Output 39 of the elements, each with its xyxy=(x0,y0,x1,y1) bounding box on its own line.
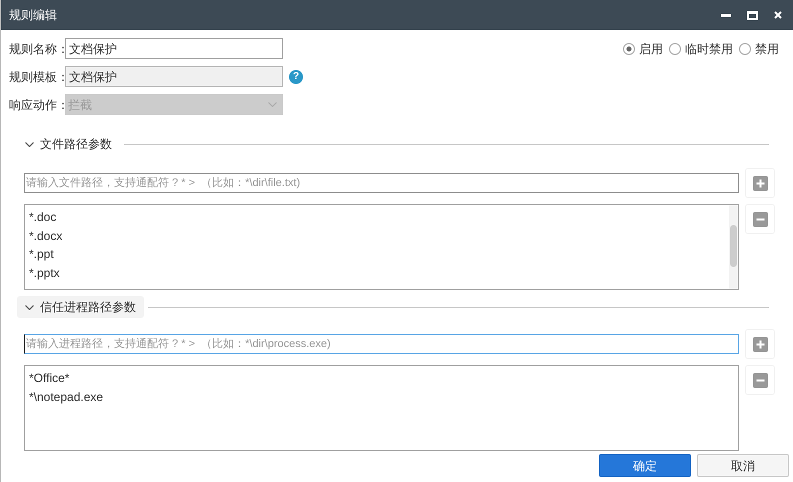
radio-label: 禁用 xyxy=(755,41,779,58)
minimize-icon xyxy=(721,14,731,16)
field-label: 规则模板： xyxy=(8,68,65,86)
remove-button[interactable] xyxy=(745,204,775,234)
plus-icon xyxy=(752,176,768,190)
list-item[interactable]: *.docx xyxy=(29,226,62,245)
section-header[interactable]: 文件路径参数 xyxy=(17,133,120,155)
list-item[interactable]: *\notepad.exe xyxy=(29,388,104,406)
path-input[interactable]: 请输入文件路径，支持通配符 ? * > （比如：*\dir\file.txt) xyxy=(24,173,739,193)
list-item[interactable]: *Office* xyxy=(29,369,70,388)
remove-button[interactable] xyxy=(745,365,775,395)
maximize-icon xyxy=(746,10,758,20)
radio-button[interactable] xyxy=(623,43,635,55)
chevron-down-icon xyxy=(25,304,34,310)
section-header[interactable]: 信任进程路径参数 xyxy=(17,296,144,318)
list-item[interactable]: *.doc xyxy=(29,208,56,226)
add-button[interactable] xyxy=(745,168,775,198)
cancel-button[interactable]: 取消 xyxy=(697,454,789,477)
radio-label: 临时禁用 xyxy=(685,41,733,58)
chevron-down-icon xyxy=(25,142,34,146)
add-button[interactable] xyxy=(745,329,775,359)
text-field[interactable]: 文档保护 xyxy=(65,38,283,59)
radio-button[interactable] xyxy=(739,43,751,55)
ok-button[interactable]: 确定 xyxy=(599,454,691,477)
close-icon xyxy=(774,11,782,19)
readonly-field: 文档保护 xyxy=(65,66,283,87)
plus-icon xyxy=(752,336,768,352)
field-label: 响应动作： xyxy=(8,96,65,114)
minus-icon xyxy=(752,372,768,388)
list-item[interactable]: *.pptx xyxy=(29,264,60,282)
field-label: 规则名称： xyxy=(8,40,65,58)
path-input[interactable]: 请输入进程路径，支持通配符 ? * > （比如：*\dir\process.exe) xyxy=(24,334,739,354)
chevron-down-icon xyxy=(268,102,277,107)
window-title: 规则编辑 xyxy=(9,7,58,24)
list-item[interactable]: *.ppt xyxy=(29,245,54,264)
scrollbar[interactable] xyxy=(729,205,738,289)
radio-button[interactable] xyxy=(669,43,681,55)
minus-icon xyxy=(752,212,768,226)
radio-label: 启用 xyxy=(639,41,663,58)
